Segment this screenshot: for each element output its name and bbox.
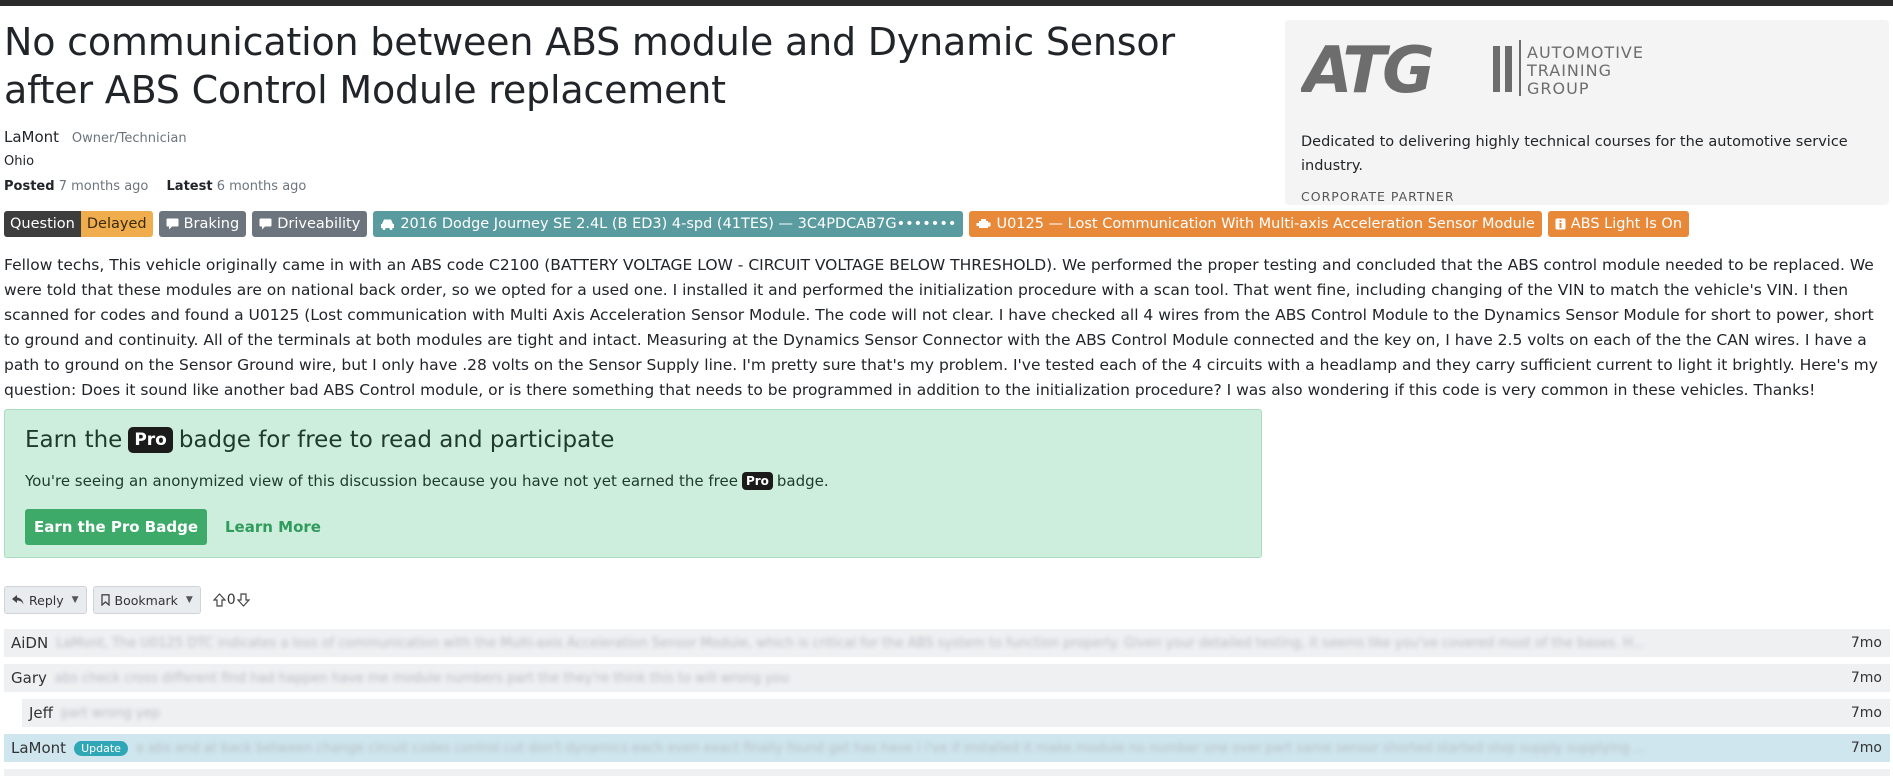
author-line: LaMont Owner/Technician: [4, 128, 187, 146]
tag-row: Question Delayed Braking Driveability 20…: [4, 211, 1690, 237]
reply-snippet: abs check cross different find had happe…: [54, 670, 789, 686]
tag-vehicle-label: 2016 Dodge Journey SE 2.4L (B ED3) 4-spd…: [400, 216, 957, 232]
reply-author: AiDN: [11, 634, 49, 652]
engine-icon: [976, 219, 991, 228]
pro-head-before: Earn the: [25, 427, 123, 453]
bookmark-label: Bookmark: [114, 592, 178, 608]
bookmark-button[interactable]: Bookmark ▼: [92, 586, 201, 614]
partner-description: Dedicated to delivering highly technical…: [1301, 134, 1848, 174]
reply-age: 7mo: [1850, 635, 1882, 651]
reply-age: 7mo: [1850, 705, 1882, 721]
top-bar: [0, 0, 1893, 6]
reply-snippet: LaMont, The U0125 DTC indicates a loss o…: [56, 635, 1646, 651]
reply-author: LaMont: [11, 739, 67, 757]
pro-sub-after: badge.: [776, 472, 829, 490]
comment-icon: [166, 218, 179, 230]
author-role: Owner/Technician: [71, 131, 187, 146]
atg-logo: ATG AUTOMOTIVE TRAINING GROUP: [1301, 34, 1644, 104]
post-actions: Reply ▼ Bookmark ▼ 0: [4, 586, 250, 614]
post-dates: Posted 7 months ago Latest 6 months ago: [4, 179, 306, 194]
partner-label: CORPORATE PARTNER: [1301, 189, 1455, 204]
vote-count: 0: [226, 592, 236, 608]
reply-list: AiDN LaMont, The U0125 DTC indicates a l…: [4, 629, 1890, 776]
reply-label: Reply: [29, 592, 64, 608]
car-icon: [381, 219, 395, 230]
upvote-icon[interactable]: [212, 593, 226, 607]
pro-callout-heading: Earn the Pro badge for free to read and …: [25, 424, 614, 456]
reply-icon: [12, 595, 24, 605]
reply-author: Jeff: [29, 704, 53, 722]
reply-row[interactable]: Gary abs check cross different find had …: [4, 664, 1890, 692]
posted-value: 7 months ago: [58, 179, 149, 194]
logo-line-3: GROUP: [1527, 79, 1589, 98]
corporate-partner-card[interactable]: ATG AUTOMOTIVE TRAINING GROUP Dedicated …: [1285, 20, 1889, 205]
latest-value: 6 months ago: [216, 179, 307, 194]
reply-age: 7mo: [1850, 740, 1882, 756]
reply-snippet: a abs and at back between change circuit…: [135, 740, 1647, 756]
reply-row-partial[interactable]: [4, 769, 1890, 776]
pro-sub-before: You're seeing an anonymized view of this…: [25, 472, 738, 490]
tag-symptom-label: ABS Light Is On: [1570, 216, 1683, 232]
latest-label: Latest: [166, 179, 213, 194]
tag-question[interactable]: Question: [4, 211, 81, 237]
pro-callout-text: You're seeing an anonymized view of this…: [25, 470, 829, 492]
downvote-icon[interactable]: [236, 593, 250, 607]
author-location: Ohio: [4, 154, 35, 169]
tag-braking[interactable]: Braking: [158, 211, 247, 237]
tag-vehicle[interactable]: 2016 Dodge Journey SE 2.4L (B ED3) 4-spd…: [373, 211, 964, 237]
tag-dtc-code[interactable]: U0125 — Lost Communication With Multi-ax…: [969, 211, 1542, 237]
pro-badge: Pro: [128, 427, 173, 453]
tag-dtc-label: U0125 — Lost Communication With Multi-ax…: [996, 216, 1535, 232]
reply-author: Gary: [11, 669, 47, 687]
page-title: No communication between ABS module and …: [4, 20, 1175, 112]
reply-row[interactable]: Jeff part wrong yep 7mo: [22, 699, 1890, 727]
logo-mark: ATG: [1301, 34, 1432, 104]
tag-braking-label: Braking: [183, 216, 240, 232]
reply-row[interactable]: AiDN LaMont, The U0125 DTC indicates a l…: [4, 629, 1890, 657]
posted-label: Posted: [4, 179, 55, 194]
logo-line-2: TRAINING: [1526, 61, 1612, 80]
info-icon: [1555, 218, 1566, 230]
chevron-down-icon[interactable]: ▼: [186, 595, 193, 605]
pro-badge-small: Pro: [741, 472, 773, 490]
reply-age: 7mo: [1850, 670, 1882, 686]
author-name[interactable]: LaMont: [4, 128, 59, 146]
post-body: Fellow techs, This vehicle originally ca…: [4, 256, 1878, 399]
tag-symptom[interactable]: ABS Light Is On: [1547, 211, 1690, 237]
update-badge: Update: [74, 740, 128, 756]
tag-driveability[interactable]: Driveability: [252, 211, 368, 237]
vote-control: 0: [212, 592, 250, 608]
tag-status-delayed[interactable]: Delayed: [80, 211, 153, 237]
learn-more-link[interactable]: Learn More: [225, 518, 321, 536]
pro-badge-callout: Earn the Pro badge for free to read and …: [4, 409, 1262, 558]
comment-icon: [259, 218, 272, 230]
chevron-down-icon[interactable]: ▼: [72, 595, 79, 605]
reply-row[interactable]: LaMont Update a abs and at back between …: [4, 734, 1890, 762]
logo-line-1: AUTOMOTIVE: [1527, 43, 1644, 62]
earn-pro-badge-button[interactable]: Earn the Pro Badge: [25, 509, 207, 545]
reply-button[interactable]: Reply ▼: [4, 586, 87, 614]
tag-driveability-label: Driveability: [277, 216, 361, 232]
bookmark-icon: [100, 594, 110, 606]
reply-snippet: part wrong yep: [61, 705, 161, 721]
pro-head-after: badge for free to read and participate: [178, 427, 615, 453]
